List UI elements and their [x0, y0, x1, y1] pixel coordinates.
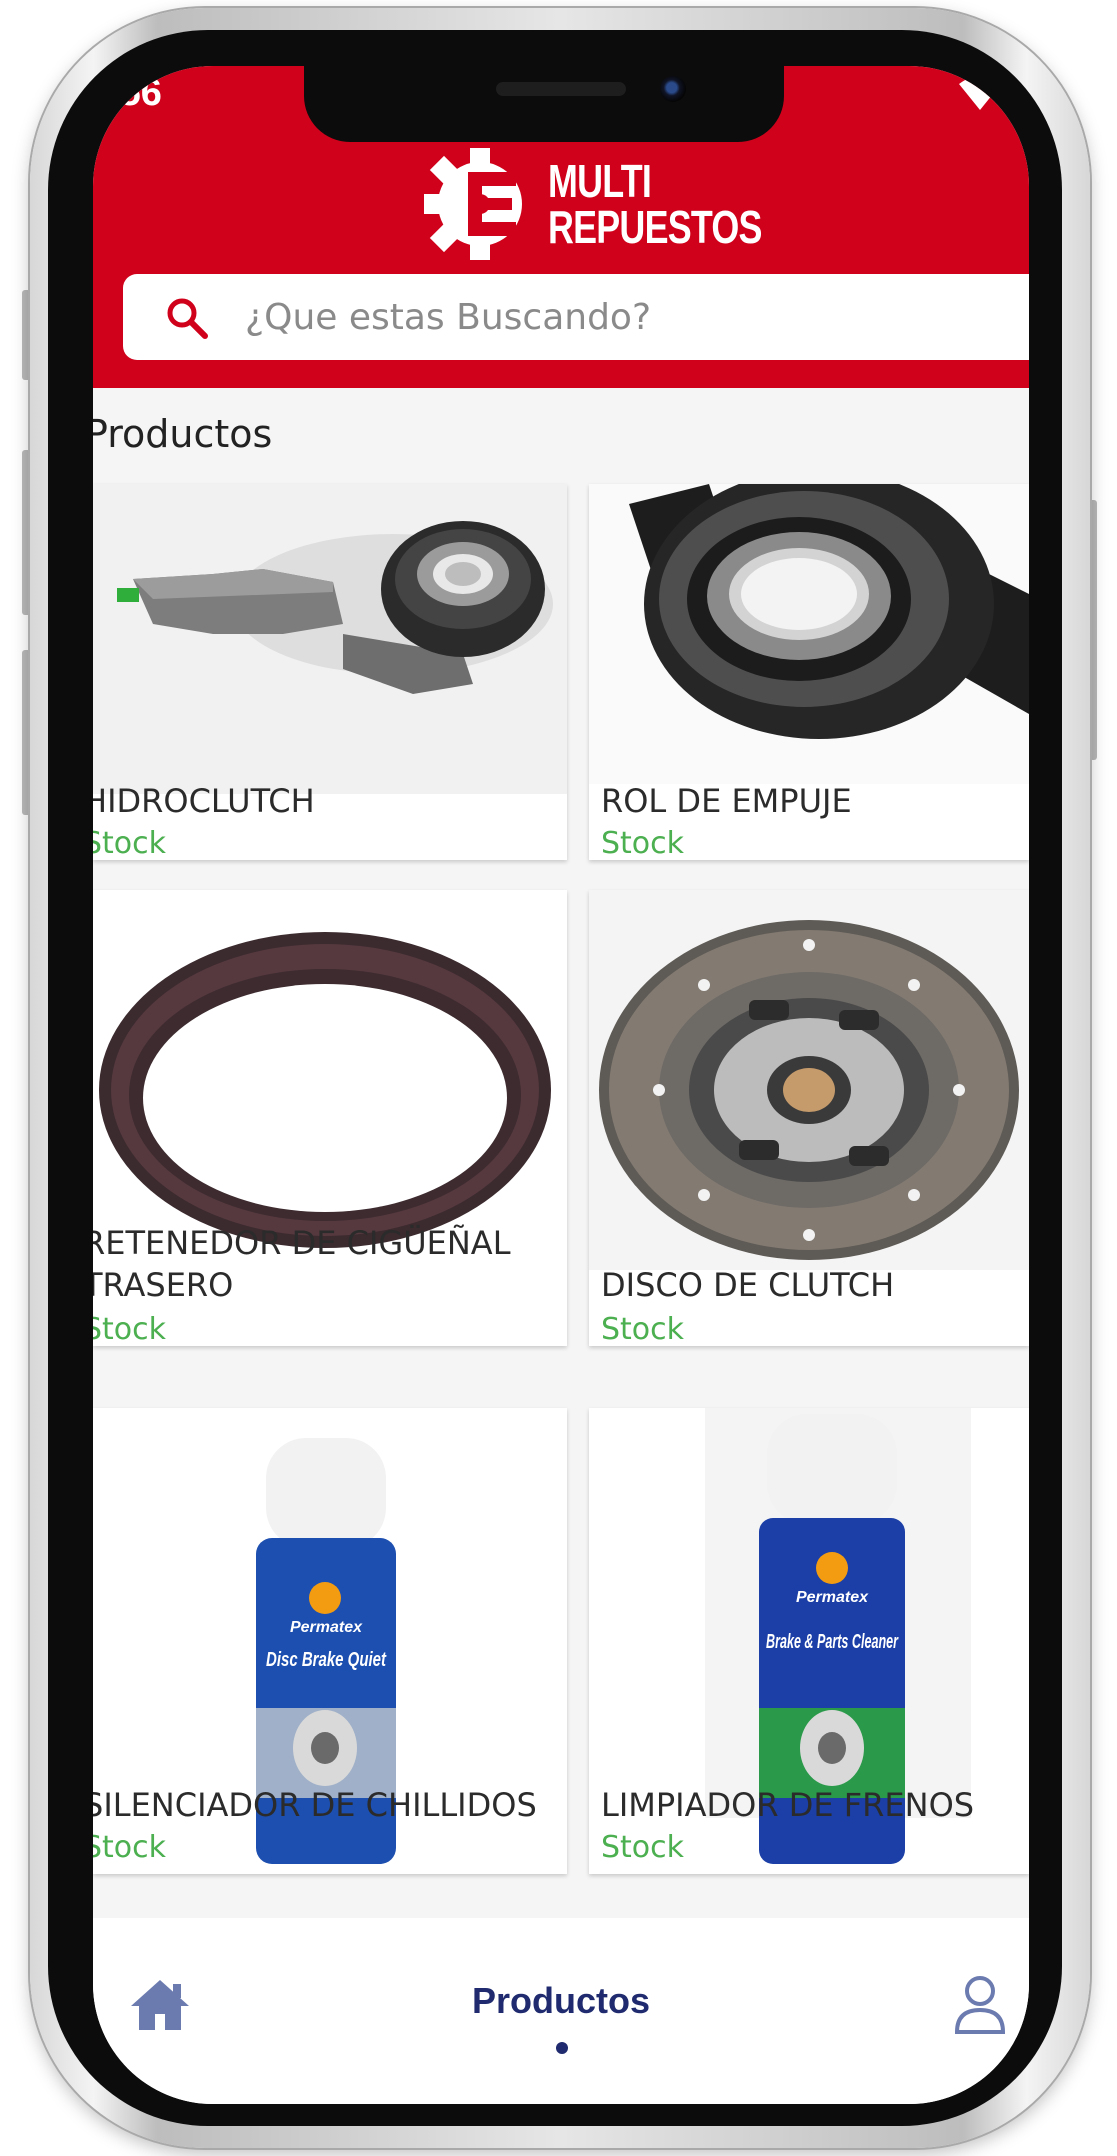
rol-de-empuje-image	[589, 484, 1029, 784]
product-card-limpiador-de-frenos[interactable]: Permatex Brake & Parts Cleaner LIMPIADOR…	[589, 1408, 1029, 1874]
stock-label: Stock	[93, 826, 167, 860]
brand-line-1: MULTI	[548, 155, 652, 207]
product-name: HIDROCLUTCH	[93, 782, 315, 820]
product-name: ROL DE EMPUJE	[601, 782, 852, 820]
can-title: Brake & Parts Cleaner	[766, 1631, 899, 1653]
brand-line-2: REPUESTOS	[548, 201, 762, 253]
wifi-icon	[959, 76, 1001, 110]
search-input[interactable]	[245, 274, 1005, 360]
stock-label: Stock	[601, 1312, 685, 1346]
gear-logo-icon	[424, 148, 522, 260]
user-icon[interactable]	[953, 1974, 1007, 2036]
nav-productos-label[interactable]: Productos	[93, 1980, 1029, 2022]
product-card-rol-de-empuje[interactable]: ROL DE EMPUJE Stock	[589, 484, 1029, 860]
product-name: SILENCIADOR DE CHILLIDOS	[93, 1786, 537, 1824]
speaker-grille	[496, 82, 626, 96]
section-title: Productos	[93, 412, 273, 456]
product-name: DISCO DE CLUTCH	[601, 1266, 895, 1304]
search-icon[interactable]	[165, 296, 209, 340]
notch	[304, 66, 784, 142]
brand-name: MULTI REPUESTOS	[548, 158, 762, 250]
stock-label: Stock	[601, 826, 685, 860]
front-camera	[660, 76, 686, 102]
can-brand: Permatex	[290, 1619, 363, 1636]
product-card-hidroclutch[interactable]: HIDROCLUTCH Stock	[93, 484, 567, 860]
stock-label: Stock	[93, 1830, 167, 1865]
product-card-retenedor[interactable]: RETENEDOR DE CIGÜEÑAL TRASERO Stock	[93, 890, 567, 1346]
product-name-line-1: RETENEDOR DE CIGÜEÑAL	[93, 1224, 511, 1262]
stock-label: Stock	[601, 1830, 685, 1865]
brand-logo: MULTI REPUESTOS	[420, 144, 762, 264]
product-name: LIMPIADOR DE FRENOS	[601, 1786, 975, 1824]
app-screen: :56 MULTI REPUESTOS ¿Que estas Buscando?…	[93, 66, 1029, 2104]
retenedor-image	[93, 890, 567, 1250]
status-time: :56	[107, 72, 162, 114]
can-title: Disc Brake Quiet	[266, 1649, 387, 1671]
product-name-line-2: TRASERO	[93, 1266, 234, 1304]
stock-label: Stock	[93, 1312, 167, 1346]
search-bar[interactable]	[123, 274, 1029, 360]
product-name: RETENEDOR DE CIGÜEÑAL TRASERO	[93, 1222, 511, 1306]
active-indicator-dot	[556, 2042, 568, 2054]
disco-de-clutch-image	[589, 890, 1029, 1270]
can-brand: Permatex	[796, 1589, 869, 1606]
product-card-disco-de-clutch[interactable]: DISCO DE CLUTCH Stock	[589, 890, 1029, 1346]
bottom-nav: Productos	[93, 1918, 1029, 2104]
product-card-silenciador[interactable]: Permatex Disc Brake Quiet SILENCIADOR DE…	[93, 1408, 567, 1874]
hidroclutch-image	[93, 484, 567, 794]
